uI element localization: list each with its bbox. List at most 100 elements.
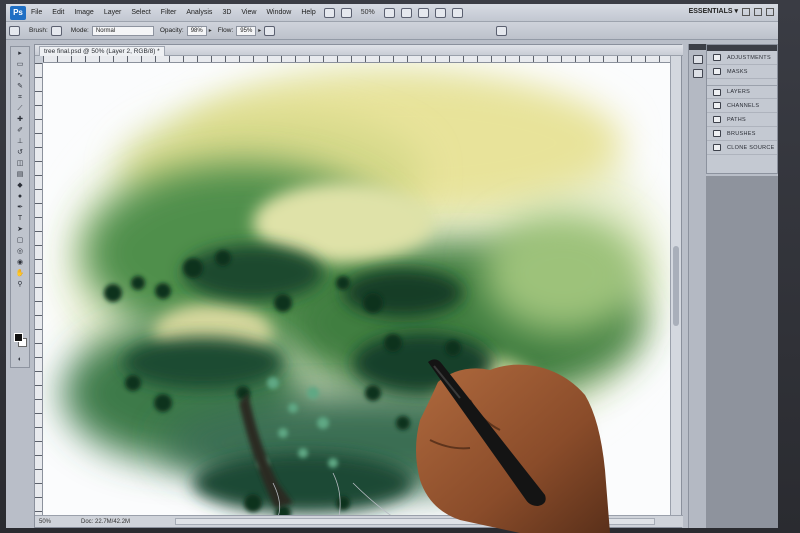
menu-help[interactable]: Help: [296, 9, 320, 16]
workspace-switcher[interactable]: ESSENTIALS ▾: [689, 7, 738, 15]
menu-image[interactable]: Image: [69, 9, 98, 16]
menu-3d[interactable]: 3D: [217, 9, 236, 16]
menu-view[interactable]: View: [236, 9, 261, 16]
flow-label: Flow:: [217, 27, 234, 34]
airbrush-icon[interactable]: [264, 25, 276, 36]
healing-tool-icon[interactable]: ✚: [14, 116, 26, 124]
status-doc-size[interactable]: Doc: 22.7M/42.2M: [81, 519, 130, 525]
actions-panel-icon[interactable]: [692, 69, 703, 78]
mode-select[interactable]: Normal: [91, 25, 154, 36]
document-tab-bar: tree final.psd @ 50% (Layer 2, RGB/8) *: [35, 45, 683, 56]
options-bar: Brush: Mode: Normal Opacity: 98% ▸ Flow:…: [6, 22, 778, 40]
tools-panel: ▸ ▭ ∿ ✎ ⌗ ⟋ ✚ ✐ ⊥ ↺ ◫ ▤ ◆ ● ✒ T ➤ ▢ ◎ ◉ …: [10, 46, 30, 368]
panel-clone-source[interactable]: CLONE SOURCE: [707, 141, 777, 155]
panel-channels[interactable]: CHANNELS: [707, 99, 777, 113]
screen-mode-icon[interactable]: [451, 7, 463, 18]
masks-icon: [713, 68, 721, 75]
brushes-panel-icon[interactable]: [496, 25, 508, 36]
foreground-color-swatch[interactable]: [14, 333, 23, 342]
crop-tool-icon[interactable]: ⌗: [14, 94, 26, 102]
3d-camera-tool-icon[interactable]: ◉: [14, 259, 26, 267]
vertical-scroll-thumb[interactable]: [673, 246, 679, 326]
clone-source-icon: [713, 144, 721, 151]
menu-bar: Ps File Edit Image Layer Select Filter A…: [6, 4, 778, 22]
panel-masks-label: MASKS: [727, 68, 748, 75]
panel-dock: ADJUSTMENTS MASKS LAYERS CHANNELS PATHS …: [706, 44, 778, 174]
panel-icon-strip: [688, 44, 706, 528]
zoom-level[interactable]: 50%: [361, 9, 375, 16]
brush-tool-icon[interactable]: ✐: [14, 127, 26, 135]
move-tool-icon[interactable]: ▸: [14, 50, 26, 58]
flow-field[interactable]: 95%: [236, 25, 257, 36]
panel-clone-source-label: CLONE SOURCE: [727, 144, 775, 151]
panel-paths-label: PATHS: [727, 116, 747, 123]
vertical-scrollbar[interactable]: [670, 56, 681, 517]
window-controls: [742, 8, 774, 16]
layers-icon: [713, 88, 721, 96]
horizontal-scrollbar[interactable]: [175, 518, 655, 525]
status-zoom[interactable]: 50%: [39, 519, 57, 525]
menu-analysis[interactable]: Analysis: [181, 9, 217, 16]
path-select-tool-icon[interactable]: ➤: [14, 226, 26, 234]
menu-window[interactable]: Window: [261, 9, 296, 16]
zoom-tool-icon[interactable]: ⚲: [14, 281, 26, 289]
menu-edit[interactable]: Edit: [47, 9, 69, 16]
eyedropper-tool-icon[interactable]: ⟋: [14, 105, 26, 113]
opacity-field[interactable]: 98%: [186, 25, 207, 36]
gradient-tool-icon[interactable]: ▤: [14, 171, 26, 179]
ruler-horizontal[interactable]: [43, 56, 671, 63]
panel-masks[interactable]: MASKS: [707, 65, 777, 79]
menu-select[interactable]: Select: [126, 9, 155, 16]
panel-brushes[interactable]: BRUSHES: [707, 127, 777, 141]
arrange-documents-icon[interactable]: [434, 7, 446, 18]
panel-adjustments[interactable]: ADJUSTMENTS: [707, 51, 777, 65]
flow-arrow-icon[interactable]: ▸: [258, 27, 261, 34]
panel-strip-header[interactable]: [689, 44, 706, 50]
panel-area-background: [706, 176, 778, 528]
type-tool-icon[interactable]: T: [14, 215, 26, 223]
canvas[interactable]: [43, 63, 671, 517]
maximize-button[interactable]: [754, 8, 762, 16]
shape-tool-icon[interactable]: ▢: [14, 237, 26, 245]
close-button[interactable]: [766, 8, 774, 16]
history-brush-tool-icon[interactable]: ↺: [14, 149, 26, 157]
menu-filter[interactable]: Filter: [156, 9, 182, 16]
rotate-view-icon[interactable]: [417, 7, 429, 18]
hand-tool-icon[interactable]: [383, 7, 395, 18]
launch-bridge-icon[interactable]: [323, 7, 335, 18]
paths-icon: [713, 116, 721, 123]
menu-file[interactable]: File: [26, 9, 47, 16]
history-panel-icon[interactable]: [692, 55, 703, 64]
brush-preset-icon[interactable]: [9, 25, 20, 36]
brush-label: Brush:: [29, 27, 48, 34]
quick-select-tool-icon[interactable]: ✎: [14, 83, 26, 91]
lasso-tool-icon[interactable]: ∿: [14, 72, 26, 80]
mode-label: Mode:: [70, 27, 89, 34]
brush-picker-icon[interactable]: [50, 25, 62, 36]
clone-stamp-tool-icon[interactable]: ⊥: [14, 138, 26, 146]
menu-layer[interactable]: Layer: [99, 9, 127, 16]
hand-tool-icon[interactable]: ✋: [14, 270, 26, 278]
view-extras-icon[interactable]: [340, 7, 352, 18]
blur-tool-icon[interactable]: ◆: [14, 182, 26, 190]
ruler-vertical[interactable]: [35, 63, 43, 517]
tree-painting: [63, 73, 663, 517]
eraser-tool-icon[interactable]: ◫: [14, 160, 26, 168]
photo-of-monitor: Ps File Edit Image Layer Select Filter A…: [0, 0, 800, 533]
panel-layers[interactable]: LAYERS: [707, 85, 777, 99]
panel-paths[interactable]: PATHS: [707, 113, 777, 127]
pen-tool-icon[interactable]: ✒: [14, 204, 26, 212]
zoom-tool-icon[interactable]: [400, 7, 412, 18]
dodge-tool-icon[interactable]: ●: [14, 193, 26, 201]
minimize-button[interactable]: [742, 8, 750, 16]
panel-channels-label: CHANNELS: [727, 102, 760, 109]
panel-brushes-label: BRUSHES: [727, 130, 756, 137]
document-tab[interactable]: tree final.psd @ 50% (Layer 2, RGB/8) *: [39, 46, 165, 56]
opacity-arrow-icon[interactable]: ▸: [209, 27, 212, 34]
marquee-tool-icon[interactable]: ▭: [14, 61, 26, 69]
quick-mask-icon[interactable]: ◐: [14, 356, 26, 364]
opacity-label: Opacity:: [159, 27, 184, 34]
status-bar: 50% Doc: 22.7M/42.2M: [35, 515, 683, 527]
channels-icon: [713, 102, 721, 109]
3d-rotate-tool-icon[interactable]: ◎: [14, 248, 26, 256]
